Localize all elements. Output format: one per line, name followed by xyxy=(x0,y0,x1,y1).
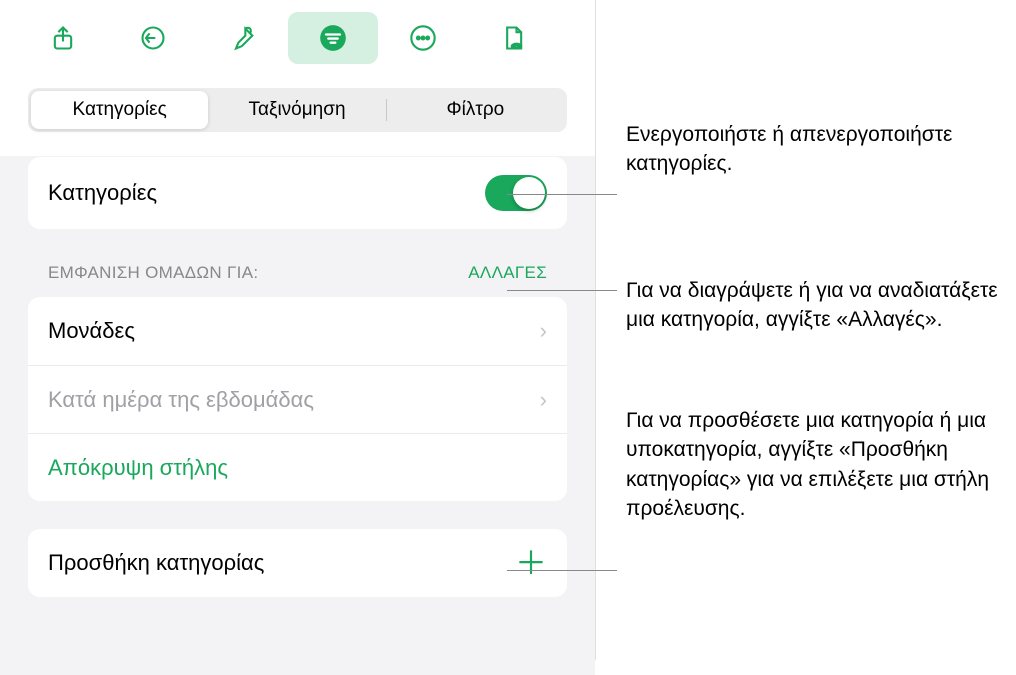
hide-column-label: Απόκρυψη στήλης xyxy=(48,455,228,481)
toggle-label: Κατηγορίες xyxy=(48,180,157,206)
callout-line xyxy=(507,290,617,291)
chevron-right-icon: › xyxy=(540,318,547,344)
settings-panel: Κατηγορίες Ταξινόμηση Φίλτρο Κατηγορίες xyxy=(0,0,596,660)
callout-line xyxy=(507,570,617,571)
annotation-add: Για να προσθέσετε μια κατηγορία ή μια υπ… xyxy=(626,406,1016,524)
undo-icon xyxy=(139,24,167,52)
tab-label: Κατηγορίες xyxy=(73,99,167,121)
add-category-row[interactable]: Προσθήκη κατηγορίας ＋ xyxy=(28,529,567,597)
document-eye-icon xyxy=(499,24,527,52)
paintbrush-icon xyxy=(229,24,257,52)
categories-toggle[interactable] xyxy=(485,175,547,211)
toggle-knob xyxy=(513,177,545,209)
tab-sort[interactable]: Ταξινόμηση xyxy=(208,91,385,129)
group-label: Κατά ημέρα της εβδομάδας xyxy=(48,387,314,413)
share-icon xyxy=(49,24,77,52)
panel-content: Κατηγορίες ΕΜΦΑΝΙΣΗ ΟΜΑΔΩΝ ΓΙΑ: ΑΛΛΑΓΕΣ … xyxy=(0,156,595,675)
more-button[interactable] xyxy=(378,12,468,64)
groups-list: Μονάδες › Κατά ημέρα της εβδομάδας › Από… xyxy=(28,297,567,501)
filter-lines-icon xyxy=(319,24,347,52)
organize-button[interactable] xyxy=(288,12,378,64)
annotations-area: Ενεργοποιήστε ή απενεργοποιήστε κατηγορί… xyxy=(596,0,1016,660)
add-category-card: Προσθήκη κατηγορίας ＋ xyxy=(28,529,567,597)
group-label: Μονάδες xyxy=(48,318,135,344)
toolbar xyxy=(0,0,595,80)
tab-filter[interactable]: Φίλτρο xyxy=(387,91,564,129)
categories-toggle-card: Κατηγορίες xyxy=(28,157,567,229)
segmented-control: Κατηγορίες Ταξινόμηση Φίλτρο xyxy=(28,88,567,132)
tab-label: Ταξινόμηση xyxy=(248,99,345,121)
tab-categories[interactable]: Κατηγορίες xyxy=(31,91,208,129)
plus-icon: ＋ xyxy=(515,547,547,579)
group-row-weekday[interactable]: Κατά ημέρα της εβδομάδας › xyxy=(28,365,567,433)
more-icon xyxy=(409,24,437,52)
edit-button[interactable]: ΑΛΛΑΓΕΣ xyxy=(468,263,547,283)
callout-line xyxy=(507,194,617,195)
annotation-toggle: Ενεργοποιήστε ή απενεργοποιήστε κατηγορί… xyxy=(626,120,1016,179)
section-title: ΕΜΦΑΝΙΣΗ ΟΜΑΔΩΝ ΓΙΑ: xyxy=(48,263,258,283)
annotation-edit: Για να διαγράψετε ή για να αναδιατάξετε … xyxy=(626,276,1016,335)
add-category-label: Προσθήκη κατηγορίας xyxy=(48,550,264,576)
group-row-units[interactable]: Μονάδες › xyxy=(28,297,567,365)
chevron-right-icon: › xyxy=(540,387,547,413)
undo-button[interactable] xyxy=(108,12,198,64)
share-button[interactable] xyxy=(18,12,108,64)
document-view-button[interactable] xyxy=(468,12,558,64)
hide-column-row[interactable]: Απόκρυψη στήλης xyxy=(28,433,567,501)
format-button[interactable] xyxy=(198,12,288,64)
categories-toggle-row: Κατηγορίες xyxy=(28,157,567,229)
tab-label: Φίλτρο xyxy=(446,99,504,121)
groups-section-header: ΕΜΦΑΝΙΣΗ ΟΜΑΔΩΝ ΓΙΑ: ΑΛΛΑΓΕΣ xyxy=(48,257,547,283)
